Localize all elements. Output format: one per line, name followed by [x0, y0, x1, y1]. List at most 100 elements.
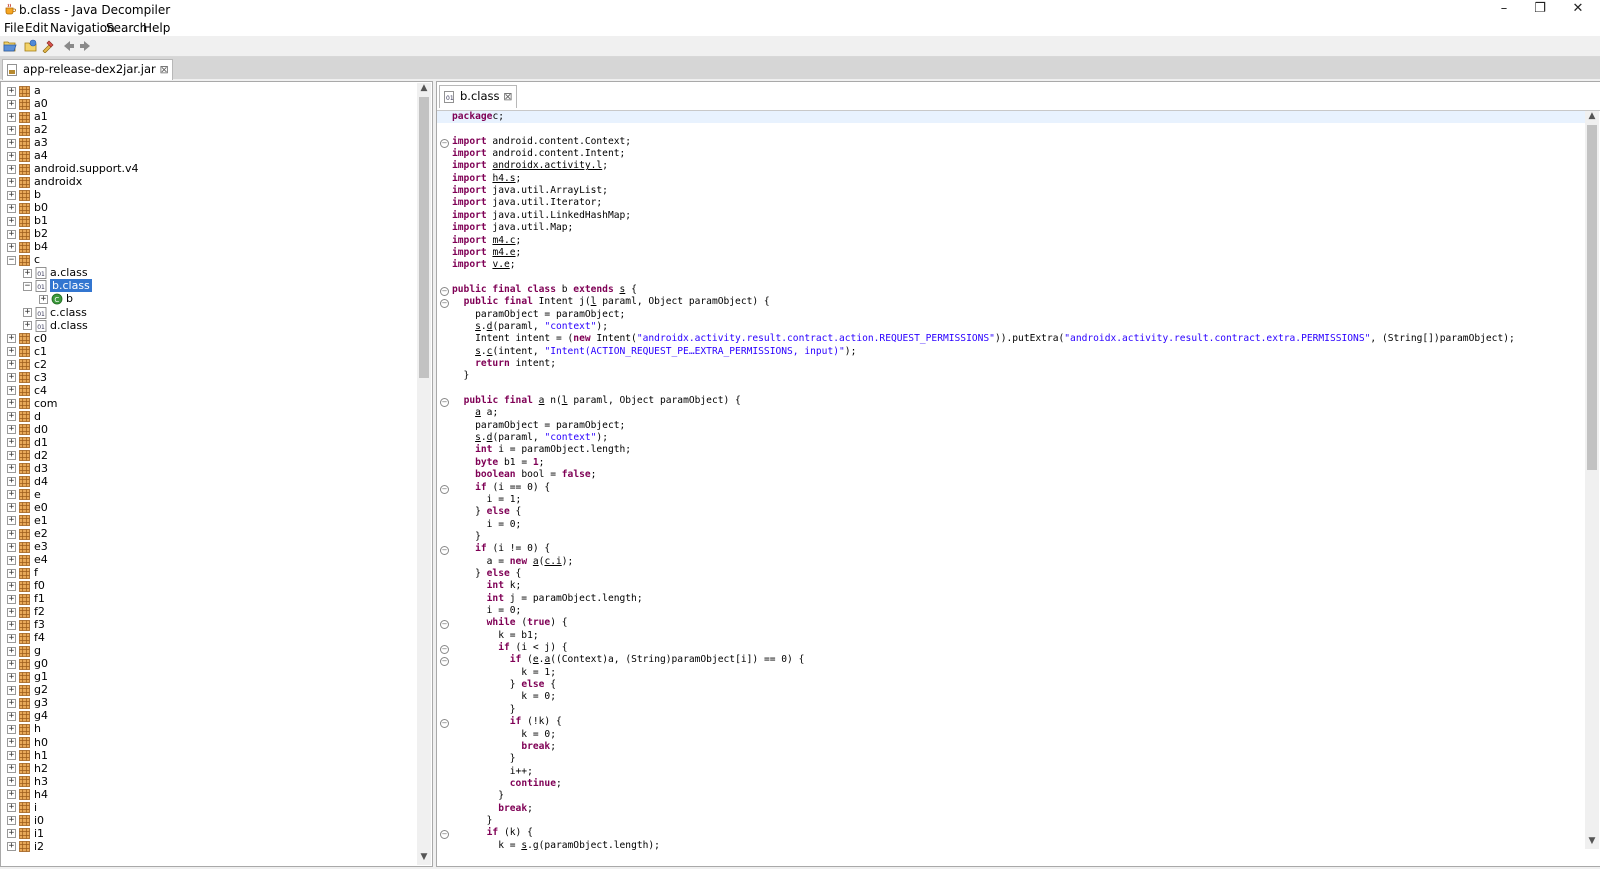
- expand-toggle-icon[interactable]: +: [7, 738, 16, 747]
- tree-item[interactable]: + i0: [7, 814, 44, 827]
- fold-marker-icon[interactable]: −: [440, 546, 449, 556]
- scroll-up-icon[interactable]: ▲: [417, 83, 431, 96]
- expand-toggle-icon[interactable]: +: [7, 685, 16, 695]
- tree-item[interactable]: + b1: [7, 214, 48, 227]
- expand-toggle-icon[interactable]: +: [7, 216, 16, 226]
- expand-toggle-icon[interactable]: +: [7, 399, 16, 409]
- fold-marker-icon[interactable]: −: [440, 398, 449, 408]
- tree-item[interactable]: + f: [7, 566, 38, 579]
- back-arrow-icon[interactable]: [62, 39, 76, 53]
- expand-toggle-icon[interactable]: +: [7, 151, 16, 161]
- tree-item[interactable]: +01 a.class: [23, 266, 88, 279]
- fold-marker-icon[interactable]: −: [440, 645, 449, 655]
- expand-toggle-icon[interactable]: +: [7, 842, 16, 852]
- tree-item[interactable]: + i1: [7, 827, 44, 840]
- tree-item[interactable]: + f0: [7, 579, 45, 592]
- tree-item[interactable]: + a3: [7, 136, 48, 149]
- fold-marker-icon[interactable]: −: [440, 484, 449, 494]
- expand-toggle-icon[interactable]: +: [7, 138, 16, 148]
- expand-toggle-icon[interactable]: +: [7, 203, 16, 213]
- expand-toggle-icon[interactable]: +: [7, 529, 16, 539]
- expand-toggle-icon[interactable]: +: [23, 308, 32, 317]
- tree-item[interactable]: + androidx: [7, 175, 82, 188]
- tree-item[interactable]: + Cb: [39, 292, 73, 305]
- expand-toggle-icon[interactable]: +: [7, 607, 16, 617]
- expand-toggle-icon[interactable]: +: [7, 659, 16, 669]
- expand-toggle-icon[interactable]: +: [7, 646, 16, 656]
- tab-b-class[interactable]: 01 b.class ⊠: [439, 85, 517, 108]
- code-scrollbar[interactable]: ▲ ▼: [1585, 111, 1599, 849]
- expand-toggle-icon[interactable]: +: [7, 724, 16, 734]
- tree-item[interactable]: + i: [7, 801, 37, 814]
- menu-edit[interactable]: Edit: [25, 21, 48, 35]
- tree-item[interactable]: + e2: [7, 527, 48, 540]
- tree-item[interactable]: + d4: [7, 475, 48, 488]
- expand-toggle-icon[interactable]: +: [23, 268, 32, 278]
- expand-toggle-icon[interactable]: +: [7, 672, 16, 682]
- tree-item[interactable]: + b4: [7, 240, 48, 253]
- forward-arrow-icon[interactable]: [78, 39, 92, 53]
- collapse-toggle-icon[interactable]: −: [23, 281, 32, 291]
- close-window-button[interactable]: ✕: [1560, 0, 1596, 20]
- expand-toggle-icon[interactable]: +: [7, 164, 16, 174]
- expand-toggle-icon[interactable]: +: [7, 425, 16, 435]
- expand-toggle-icon[interactable]: +: [7, 360, 16, 370]
- tree-item[interactable]: + h2: [7, 762, 48, 775]
- tree-item[interactable]: + d0: [7, 423, 48, 436]
- tree-scroll-thumb[interactable]: [419, 97, 429, 378]
- open-type-icon[interactable]: [24, 39, 38, 53]
- tree-item[interactable]: + c1: [7, 345, 47, 358]
- tree-item[interactable]: + d: [7, 410, 41, 423]
- tree-item[interactable]: + h: [7, 722, 41, 735]
- tree-item[interactable]: + g3: [7, 696, 48, 709]
- expand-toggle-icon[interactable]: +: [7, 581, 16, 591]
- expand-toggle-icon[interactable]: +: [7, 542, 16, 552]
- tree-item[interactable]: + d3: [7, 462, 48, 475]
- tree-item[interactable]: + a: [7, 84, 41, 97]
- expand-toggle-icon[interactable]: +: [7, 451, 16, 461]
- fold-marker-icon[interactable]: −: [440, 657, 449, 667]
- tree-item[interactable]: + b2: [7, 227, 48, 240]
- tree-item[interactable]: + g0: [7, 657, 48, 670]
- tree-item[interactable]: + d2: [7, 449, 48, 462]
- tree-item[interactable]: + android.support.v4: [7, 162, 138, 175]
- expand-toggle-icon[interactable]: +: [7, 86, 16, 96]
- menu-search[interactable]: Search: [106, 21, 147, 35]
- expand-toggle-icon[interactable]: +: [23, 321, 32, 331]
- tree-item[interactable]: + e3: [7, 540, 48, 553]
- tree-item[interactable]: + c4: [7, 384, 47, 397]
- save-sources-icon[interactable]: [41, 39, 55, 53]
- expand-toggle-icon[interactable]: +: [7, 242, 16, 252]
- expand-toggle-icon[interactable]: +: [7, 477, 16, 487]
- expand-toggle-icon[interactable]: +: [7, 829, 16, 839]
- package-tree[interactable]: + a + a0 + a1 + a2 + a3 + a4 + android.support.v4 + and…: [0, 81, 433, 867]
- tree-item[interactable]: + d1: [7, 436, 48, 449]
- tree-item[interactable]: + a4: [7, 149, 48, 162]
- fold-marker-icon[interactable]: −: [440, 286, 449, 296]
- tree-item[interactable]: + b0: [7, 201, 48, 214]
- expand-toggle-icon[interactable]: +: [7, 99, 16, 109]
- expand-toggle-icon[interactable]: +: [7, 490, 16, 500]
- fold-marker-icon[interactable]: −: [440, 830, 449, 840]
- menu-help[interactable]: Help: [143, 21, 170, 35]
- tree-item[interactable]: + f1: [7, 592, 45, 605]
- menu-file[interactable]: File: [4, 21, 24, 35]
- tree-item[interactable]: + f2: [7, 605, 45, 618]
- tree-item[interactable]: + a0: [7, 97, 48, 110]
- scroll-down-icon[interactable]: ▼: [1585, 836, 1599, 849]
- close-tab-icon[interactable]: ⊠: [503, 86, 512, 107]
- expand-toggle-icon[interactable]: +: [7, 555, 16, 565]
- expand-toggle-icon[interactable]: +: [7, 790, 16, 800]
- expand-toggle-icon[interactable]: +: [7, 386, 16, 396]
- expand-toggle-icon[interactable]: +: [7, 711, 16, 721]
- code-area[interactable]: packagec; − import android.content.Context…: [437, 111, 1585, 851]
- scroll-down-icon[interactable]: ▼: [417, 852, 431, 865]
- tree-item[interactable]: + f4: [7, 631, 45, 644]
- tree-item[interactable]: + g1: [7, 670, 48, 683]
- expand-toggle-icon[interactable]: +: [7, 412, 16, 422]
- expand-toggle-icon[interactable]: +: [7, 438, 16, 448]
- tree-item[interactable]: +01 d.class: [23, 319, 88, 332]
- tree-scrollbar[interactable]: ▲ ▼: [417, 83, 431, 865]
- expand-toggle-icon[interactable]: +: [7, 347, 16, 357]
- tree-item[interactable]: +01 c.class: [23, 306, 87, 319]
